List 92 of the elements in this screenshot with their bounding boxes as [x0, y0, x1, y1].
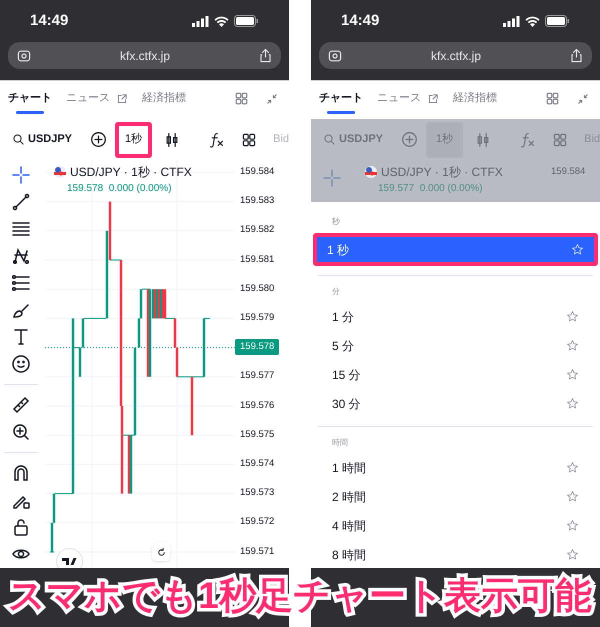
interval-option[interactable]: 8 時間 [322, 542, 589, 567]
symbol-search[interactable]: USDJPY [12, 131, 72, 148]
ruler-icon[interactable] [11, 395, 31, 415]
interval-option[interactable]: 1 時間 [322, 455, 589, 480]
flag-icon [365, 166, 377, 178]
star-icon [571, 243, 584, 256]
tab[interactable]: ニュース [377, 81, 439, 116]
signal-icon [503, 16, 520, 26]
price-label: 159.574 [240, 457, 274, 471]
price-step-line [204, 318, 210, 319]
star-icon [566, 548, 579, 561]
price-step-line [165, 318, 175, 319]
section-heading: 分 [331, 286, 341, 298]
smiley-icon[interactable] [11, 354, 31, 374]
pattern-icon[interactable] [11, 246, 31, 266]
crosshair-icon[interactable] [11, 165, 31, 185]
status-time: 14:49 [30, 10, 68, 31]
price-label: 159.584 [240, 165, 274, 179]
candle-bar [202, 318, 206, 377]
tab[interactable]: 経済指標 [453, 81, 497, 116]
tab[interactable]: ニュース [66, 81, 128, 116]
battery-icon [545, 15, 570, 27]
tab[interactable]: 経済指標 [142, 81, 186, 116]
status-time: 14:49 [341, 10, 380, 31]
price-label: 159.571 [240, 544, 274, 559]
chart-title: USD/JPY · 1秒 · CTFX [70, 164, 192, 181]
wifi-icon [214, 16, 229, 26]
interval-option[interactable]: 15 分 [322, 362, 589, 387]
last-price-badge: 159.578 [235, 339, 280, 356]
price-label: 159.575 [240, 428, 274, 442]
layout-grid-icon[interactable] [241, 132, 258, 148]
price-label: 159.573 [240, 486, 274, 500]
price-label: 159.583 [240, 194, 274, 208]
price-label: 159.580 [240, 282, 274, 296]
price-change: 159.577 0.000 (0.00%) [378, 182, 484, 196]
star-icon [566, 519, 579, 532]
collapse-icon[interactable] [265, 92, 279, 106]
star-icon [566, 310, 579, 323]
signal-icon [192, 16, 209, 26]
add-symbol-icon[interactable] [90, 131, 108, 148]
crosshair-icon [322, 168, 342, 188]
price-label: 159.584 [551, 165, 586, 179]
price-label: 159.581 [240, 252, 274, 267]
interval-option[interactable]: 1 秒 [317, 237, 594, 262]
symbol-text: USDJPY [28, 132, 72, 148]
battery-icon [234, 15, 259, 27]
wifi-icon [525, 16, 540, 26]
section-heading: 時間 [331, 437, 349, 449]
search-icon [323, 133, 336, 146]
fibonacci-icon[interactable] [11, 273, 31, 293]
price-label: 159.582 [240, 223, 274, 238]
collapse-icon[interactable] [576, 92, 590, 106]
share-icon[interactable] [258, 48, 273, 63]
price-change: 159.578 0.000 (0.00%) [67, 182, 173, 196]
share-icon[interactable] [569, 48, 584, 63]
tab[interactable]: チャート [319, 81, 363, 116]
star-icon [566, 461, 579, 474]
symbol-text: USDJPY [339, 132, 384, 148]
trend-line-icon[interactable] [11, 192, 31, 212]
address-bar[interactable]: kfx.ctfx.jp [8, 42, 281, 69]
tab[interactable]: チャート [8, 81, 52, 116]
url-text: kfx.ctfx.jp [118, 48, 171, 64]
lens-icon[interactable] [327, 48, 343, 64]
section-heading: 秒 [331, 216, 341, 228]
star-icon [566, 490, 579, 503]
candlestick-icon[interactable] [164, 132, 180, 148]
address-bar[interactable]: kfx.ctfx.jp [319, 42, 592, 69]
interval-option[interactable]: 1 分 [322, 304, 589, 329]
price-label: 159.572 [240, 515, 274, 530]
interval-button[interactable]: 1秒 [115, 122, 152, 158]
price-label: 159.577 [240, 369, 274, 384]
price-label: 159.576 [240, 398, 274, 413]
interval-option[interactable]: 2 時間 [322, 484, 589, 509]
interval-option[interactable]: 30 分 [322, 391, 589, 416]
price-label: 159.579 [240, 311, 274, 325]
star-icon [566, 397, 579, 410]
candle-bar [190, 376, 194, 436]
chart-title: USD/JPY · 1秒 · CTFX [381, 164, 503, 181]
interval-option[interactable]: 4 時間 [322, 513, 589, 538]
function-icon[interactable] [208, 131, 226, 148]
price-step-line [177, 376, 204, 378]
reset-icon [156, 546, 166, 558]
star-icon [566, 339, 579, 352]
lens-icon[interactable] [16, 48, 32, 64]
price-step-line [55, 493, 73, 494]
price-step-line [84, 318, 106, 319]
zoom-in-icon[interactable] [11, 422, 31, 442]
star-icon [566, 368, 579, 381]
reset-chart-button[interactable] [152, 543, 170, 561]
url-text: kfx.ctfx.jp [430, 48, 482, 64]
interval-option[interactable]: 5 分 [322, 333, 589, 358]
search-icon [12, 133, 25, 146]
